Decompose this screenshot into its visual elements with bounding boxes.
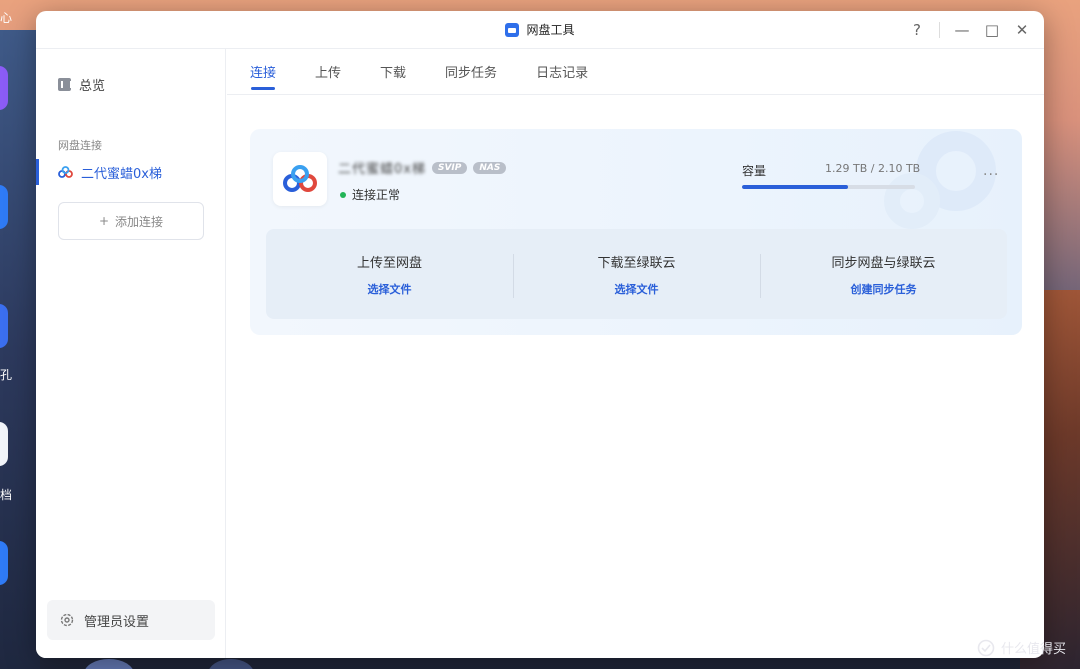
tab-bar: 连接 上传 下载 同步任务 日志记录 [227,49,1044,95]
desktop-app-icon[interactable] [0,541,8,585]
svip-badge: SVIP [431,161,468,174]
tab-sync-tasks[interactable]: 同步任务 [445,62,497,94]
create-sync-task-link[interactable]: 创建同步任务 [851,281,917,297]
action-title: 下载至绿联云 [597,255,676,271]
divider [939,22,940,38]
download-action: 下载至绿联云 选择文件 [513,252,760,298]
action-title: 上传至网盘 [356,255,422,271]
app-window: 网盘工具 ? — □ ✕ 总览 网盘连接 二代蜜蜡0x梯 + 添加连接 管理员设… [36,11,1044,658]
connection-status: 连接正常 [340,186,400,203]
add-connection-label: 添加连接 [115,214,164,229]
sidebar-item-label: 二代蜜蜡0x梯 [81,166,162,182]
upload-action: 上传至网盘 选择文件 [266,252,513,297]
desktop-app-icon[interactable] [0,304,8,348]
capacity-used: 1.29 TB [825,162,868,175]
help-button[interactable]: ? [909,21,925,39]
maximize-button[interactable]: □ [984,21,1000,39]
close-button[interactable]: ✕ [1014,21,1030,39]
desktop-label: 孔 [0,368,13,382]
watermark: 什么值得买 [977,638,1066,657]
capacity-label: 容量 [742,164,767,178]
desktop-app-icon[interactable] [0,185,8,229]
download-select-file-link[interactable]: 选择文件 [615,281,659,297]
main-content: 连接 上传 下载 同步任务 日志记录 二代蜜蜡0x梯 SVIP NAS 连接正常… [227,49,1044,658]
add-connection-button[interactable]: + 添加连接 [58,202,204,240]
baidu-netdisk-logo-icon [283,165,317,192]
desktop-label: 档 [0,488,13,502]
admin-settings-button[interactable]: 管理员设置 [47,600,215,640]
capacity-value: 1.29 TB / 2.10 TB [825,162,921,175]
netdisk-app-icon [505,22,520,37]
title-bar[interactable]: 网盘工具 ? — □ ✕ [36,11,1044,49]
sidebar-section-title: 网盘连接 [58,139,102,152]
action-title: 同步网盘与绿联云 [831,255,936,271]
sidebar: 总览 网盘连接 二代蜜蜡0x梯 + 添加连接 管理员设置 [36,49,226,658]
desktop-app-icon[interactable] [0,66,8,110]
sync-action: 同步网盘与绿联云 创建同步任务 [760,252,1007,298]
watermark-logo-icon [977,639,995,656]
tab-download[interactable]: 下载 [380,62,406,94]
capacity-bar [742,185,915,189]
more-dots-icon[interactable]: ··· [983,167,999,183]
baidu-netdisk-icon [58,166,73,178]
upload-select-file-link[interactable]: 选择文件 [368,281,412,297]
connection-card: 二代蜜蜡0x梯 SVIP NAS 连接正常 容量 1.29 TB / 2.10 … [250,129,1022,335]
plus-icon: + [98,214,110,228]
sidebar-item-connection[interactable]: 二代蜜蜡0x梯 [36,159,226,185]
action-panel: 上传至网盘 选择文件 下载至绿联云 选择文件 同步网盘与绿联云 创建同步任务 [266,229,1007,319]
nas-badge: NAS [473,161,507,174]
dock-icon[interactable] [84,659,134,669]
window-title: 网盘工具 [526,23,575,37]
capacity-bar-fill [742,185,849,189]
desktop-label: 心 [0,11,13,25]
tab-upload[interactable]: 上传 [315,62,341,94]
sidebar-item-label: 总览 [79,79,106,94]
sidebar-item-overview[interactable]: 总览 [58,75,105,94]
account-name: 二代蜜蜡0x梯 [338,162,426,177]
desktop-app-icon[interactable] [0,422,8,466]
watermark-text: 什么值得买 [1000,642,1066,657]
dock-icon[interactable] [208,659,254,669]
admin-settings-label: 管理员设置 [84,614,150,630]
status-dot-icon [340,191,346,198]
gear-icon [60,613,74,627]
card-decoration [884,173,940,229]
capacity-total: 2.10 TB [877,162,921,175]
netdisk-logo [273,152,327,206]
minimize-button[interactable]: — [954,21,970,39]
tab-logs[interactable]: 日志记录 [536,62,588,94]
overview-icon [58,78,72,91]
status-text: 连接正常 [352,188,401,202]
tab-connect[interactable]: 连接 [250,62,276,94]
